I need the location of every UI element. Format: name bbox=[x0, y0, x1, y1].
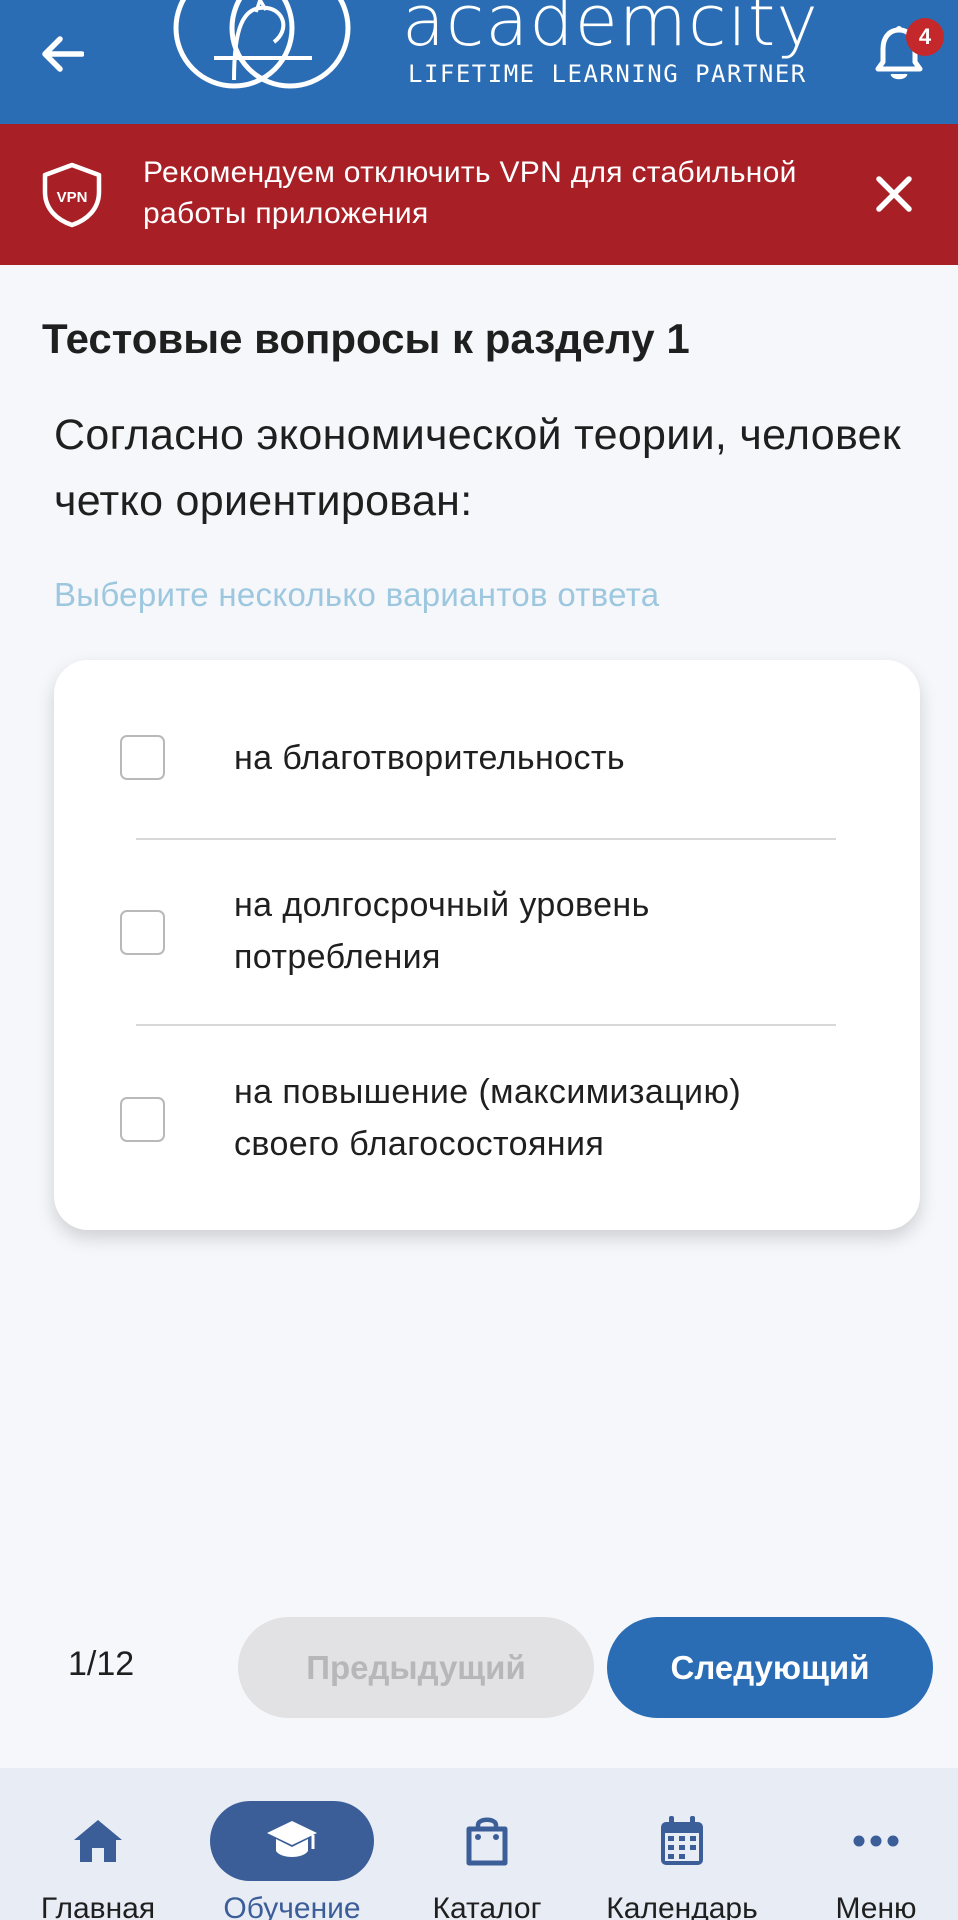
nav-label: Обучение bbox=[223, 1892, 361, 1920]
question-text: Согласно экономической теории, человек ч… bbox=[54, 411, 901, 525]
vpn-icon-text: VPN bbox=[57, 189, 88, 206]
academcity-logo-icon bbox=[173, 0, 351, 89]
home-icon bbox=[74, 1820, 122, 1862]
bottom-navigation: Главная Обучение Каталог Календарь Меню bbox=[0, 1768, 958, 1920]
answer-hint: Выберите несколько вариантов ответа bbox=[54, 576, 660, 613]
calendar-icon bbox=[661, 1816, 703, 1865]
nav-label: Каталог bbox=[432, 1892, 542, 1920]
vpn-warning-message: Рекомендуем отключить VPN для стабильной… bbox=[143, 156, 797, 230]
nav-item-home[interactable]: Главная bbox=[28, 1768, 168, 1920]
more-dots-icon bbox=[853, 1835, 899, 1847]
notification-count-badge: 4 bbox=[906, 18, 944, 56]
logo-name: academcity bbox=[402, 0, 819, 62]
section-title: Тестовые вопросы к разделу 1 bbox=[42, 315, 690, 362]
nav-label: Календарь bbox=[606, 1892, 758, 1920]
notifications-button[interactable]: 4 bbox=[870, 18, 944, 90]
nav-item-menu[interactable]: Меню bbox=[816, 1768, 936, 1920]
option-checkbox[interactable] bbox=[120, 1097, 165, 1142]
answer-option[interactable]: на повышение (максимизацию) своего благо… bbox=[54, 1026, 920, 1226]
nav-item-calendar[interactable]: Календарь bbox=[596, 1768, 768, 1920]
answer-option[interactable]: на благотворительность bbox=[54, 660, 920, 836]
vpn-shield-icon: VPN bbox=[42, 162, 102, 228]
logo-tagline: LIFETIME LEARNING PARTNER bbox=[408, 60, 807, 88]
next-button[interactable]: Следующий bbox=[607, 1617, 933, 1718]
option-checkbox[interactable] bbox=[120, 735, 165, 780]
option-checkbox[interactable] bbox=[120, 910, 165, 955]
app-header: academcity LIFETIME LEARNING PARTNER 4 bbox=[0, 0, 958, 124]
nav-item-learning[interactable]: Обучение bbox=[202, 1768, 382, 1920]
shopping-bag-icon bbox=[466, 1817, 508, 1866]
answer-option[interactable]: на долгосрочный уровень потребления bbox=[54, 840, 920, 1024]
vpn-warning-banner: VPN Рекомендуем отключить VPN для стабил… bbox=[0, 124, 958, 265]
graduation-cap-icon bbox=[267, 1821, 317, 1857]
close-icon bbox=[876, 176, 912, 212]
nav-label: Меню bbox=[835, 1892, 917, 1920]
active-tab-pill bbox=[210, 1801, 374, 1881]
option-label: на благотворительность bbox=[234, 739, 626, 777]
nav-label: Главная bbox=[40, 1892, 156, 1920]
back-button[interactable] bbox=[30, 22, 94, 86]
option-label: на долгосрочный уровень потребления bbox=[234, 886, 650, 976]
question-counter: 1/12 bbox=[68, 1645, 135, 1683]
option-label: на повышение (максимизацию) своего благо… bbox=[234, 1073, 742, 1163]
nav-item-catalog[interactable]: Каталог bbox=[414, 1768, 560, 1920]
arrow-left-icon bbox=[42, 36, 84, 72]
previous-button[interactable]: Предыдущий bbox=[238, 1617, 594, 1718]
answer-options-card: на благотворительность на долгосрочный у… bbox=[54, 660, 920, 1230]
close-banner-button[interactable] bbox=[862, 162, 926, 226]
